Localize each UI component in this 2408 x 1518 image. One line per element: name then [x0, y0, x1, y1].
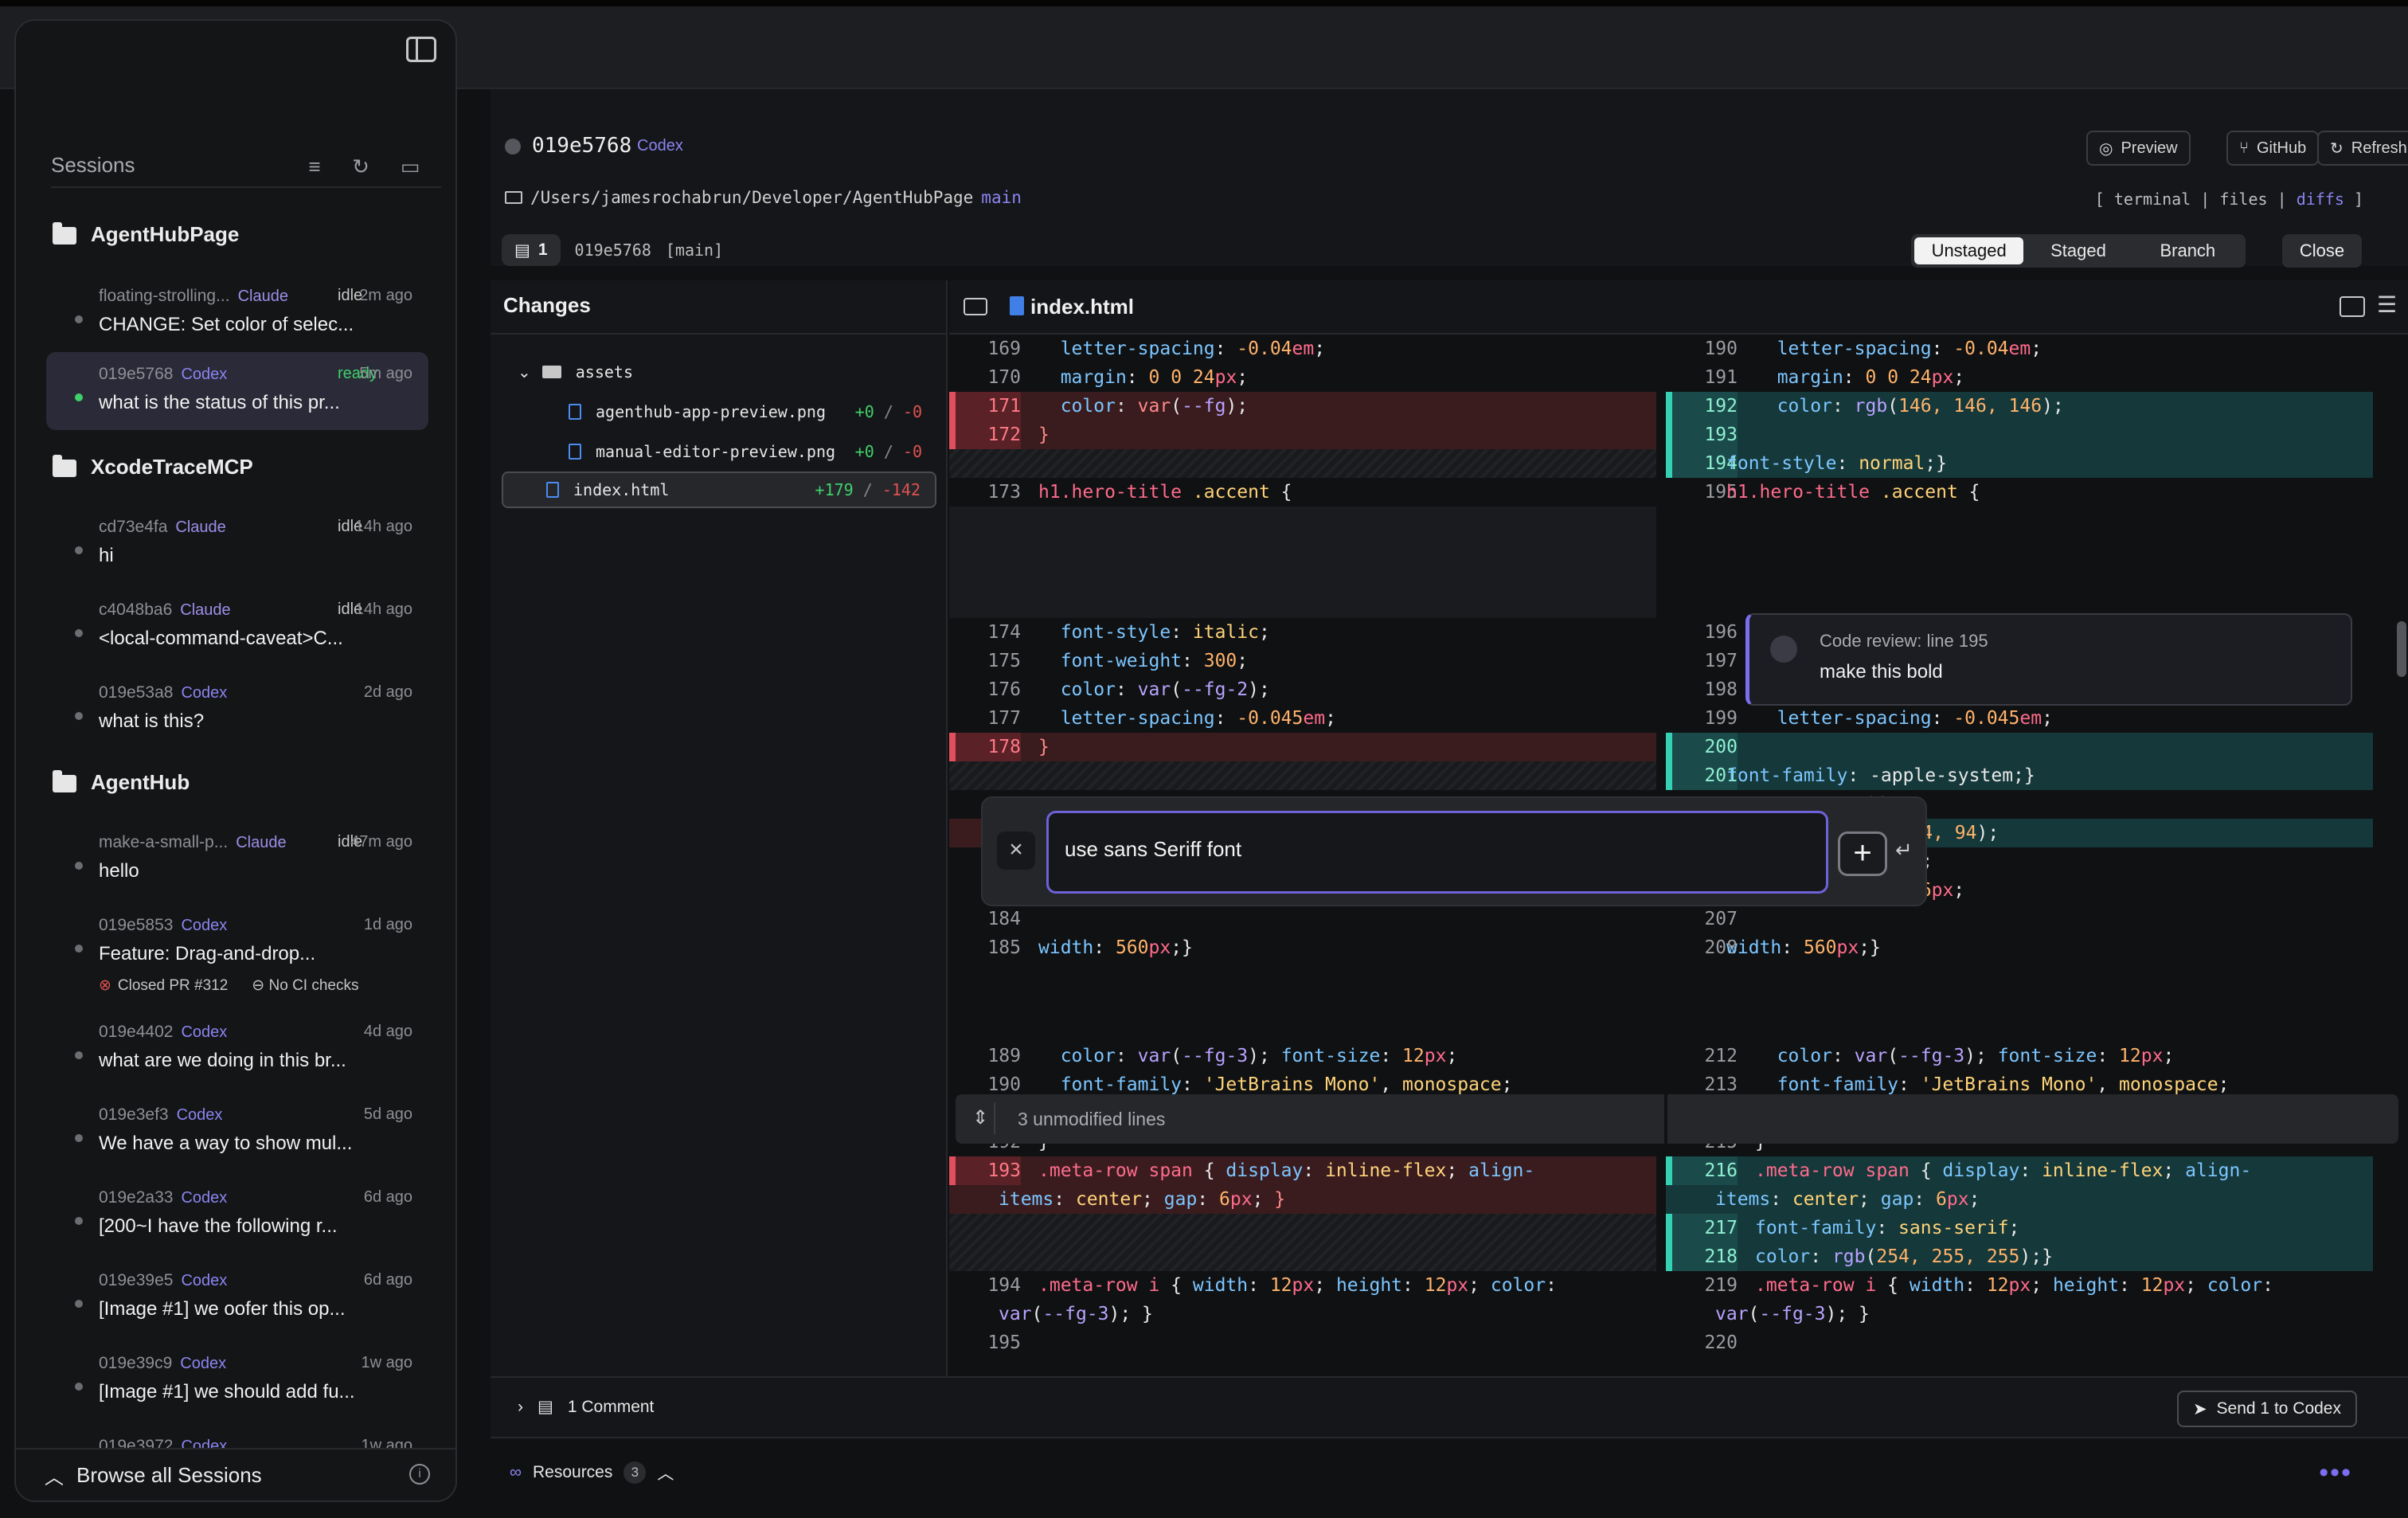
folder-icon [53, 770, 76, 792]
preview-button[interactable]: ◎ Preview [2086, 131, 2191, 166]
folder-assets[interactable]: ⌄ assets [502, 354, 936, 390]
inline-comment-editor: × use sans Seriff font + ↵ [981, 796, 1927, 906]
session-item[interactable]: 019e5853 Codex 1d ago Feature: Drag-and-dro… [46, 903, 428, 1007]
close-button[interactable]: Close [2282, 234, 2362, 268]
changes-panel: Changes ⌄ assets agenthub-app-preview.png… [491, 280, 948, 1376]
add-comment-button[interactable]: + [1838, 831, 1887, 876]
chevron-up-icon: ︿ [45, 1466, 64, 1489]
tab-branch[interactable]: Branch [2133, 237, 2242, 264]
file-icon [569, 404, 581, 420]
globe-icon: ◎ [2099, 139, 2113, 158]
session-item[interactable]: 019e39e5 Codex 6d ago [Image #1] we oofer t… [46, 1258, 428, 1336]
session-item[interactable]: 019e2a33 Codex 6d ago [200~I have the follo… [46, 1176, 428, 1254]
status-dot [75, 315, 83, 323]
file-item-selected[interactable]: index.html +179 / -142 [502, 471, 936, 508]
file-icon [1010, 296, 1024, 315]
new-folder-icon[interactable]: ▭ [400, 156, 420, 177]
session-id: 019e5768 [532, 134, 632, 158]
session-item[interactable]: 019e4402 Codex 4d ago what are we doing in … [46, 1010, 428, 1088]
sessions-title: Sessions [51, 153, 135, 177]
refresh-icon: ↻ [2330, 139, 2344, 158]
session-item[interactable]: 019e3ef3 Codex 5d ago We have a way to show… [46, 1093, 428, 1171]
session-item-selected[interactable]: 019e5768 Codex ready 5m ago what is the stat… [46, 352, 428, 430]
files-link[interactable]: files [2219, 190, 2267, 209]
file-icon [569, 444, 581, 460]
expand-icon: ⇕ [967, 1102, 995, 1134]
pr-status: ⊗ Closed PR #312 [99, 977, 229, 994]
diff-file-name: index.html [1030, 295, 1135, 319]
link-icon: ∞ [510, 1463, 522, 1481]
file-item[interactable]: agenthub-app-preview.png +0 / -0 [502, 393, 936, 430]
folder-icon [541, 366, 561, 378]
scrollbar-thumb[interactable] [2397, 621, 2406, 677]
group-xcodetracemcp[interactable]: XcodeTraceMCP [53, 451, 253, 483]
session-item[interactable]: c4048ba6 Claude idle 14h ago <local-command-… [46, 588, 428, 666]
code-review-comment[interactable]: Code review: line 195 make this bold [1745, 613, 2352, 706]
sessions-header: Sessions ≡ ↻ ▭ [51, 153, 441, 188]
diff-header: index.html ☰ [949, 280, 2408, 335]
group-agenthubpage[interactable]: AgentHubPage [53, 218, 239, 250]
status-dot [75, 393, 83, 401]
return-icon: ↵ [1895, 838, 1913, 862]
folder-icon [505, 191, 522, 204]
tab-unstaged[interactable]: Unstaged [1914, 237, 2024, 264]
comments-toggle[interactable]: › ▤ 1 Comment [518, 1397, 654, 1417]
chevron-down-icon: ⌄ [518, 363, 531, 381]
refresh-icon[interactable]: ↻ [350, 156, 371, 177]
repo-path: /Users/jamesrochabrun/Developer/AgentHub… [505, 188, 1022, 207]
changes-title: Changes [503, 293, 591, 317]
split-view-icon[interactable] [2340, 296, 2365, 317]
list-view-icon[interactable]: ☰ [2377, 291, 2397, 318]
comment-input[interactable]: use sans Seriff font [1046, 811, 1828, 894]
resources-bar: ∞ Resources 3 ︿ ••• [491, 1437, 2408, 1518]
toggle-panel-icon[interactable] [964, 298, 987, 315]
sessions-sidebar: Sessions ≡ ↻ ▭ AgentHubPage floating-str… [14, 19, 457, 1502]
folder-icon [53, 455, 76, 477]
session-item[interactable]: 019e39c9 Codex 1w ago [Image #1] we should … [46, 1341, 428, 1419]
send-to-codex-button[interactable]: ➤ Send 1 to Codex [2176, 1391, 2357, 1427]
comments-bar: › ▤ 1 Comment ➤ Send 1 to Codex [491, 1376, 2408, 1437]
group-agenthub[interactable]: AgentHub [53, 766, 190, 798]
github-button[interactable]: ⑂ GitHub [2226, 131, 2320, 166]
refresh-button[interactable]: ↻ Refresh [2317, 131, 2408, 166]
session-item[interactable]: 019e53a8 Codex 2d ago what is this? [46, 671, 428, 749]
expand-unmodified-lines[interactable]: ⇕ 3 unmodified lines [956, 1094, 2398, 1144]
cancel-comment-button[interactable]: × [997, 831, 1035, 870]
branch-icon: ⑂ [2239, 139, 2249, 157]
sidebar-toggle-icon[interactable] [406, 37, 436, 62]
comment-icon: ▤ [514, 241, 530, 260]
send-icon: ➤ [2192, 1399, 2207, 1418]
main-panel: 019e5768 Codex ◎ Preview ⑂ GitHub ↻ Refresh… [491, 89, 2408, 1518]
comment-icon: ▤ [538, 1398, 553, 1416]
browse-all-sessions-button[interactable]: ︿ Browse all Sessions i [16, 1448, 455, 1500]
terminal-link[interactable]: terminal [2114, 190, 2191, 209]
file-icon [546, 482, 559, 498]
filter-icon[interactable]: ≡ [304, 156, 325, 177]
status-dot [505, 139, 521, 155]
diff-mode-tabs: Unstaged Staged Branch [1911, 234, 2246, 268]
chevron-right-icon: › [518, 1397, 523, 1416]
session-header: 019e5768 Codex ◎ Preview ⑂ GitHub ↻ Refresh… [491, 89, 2408, 268]
tab-staged[interactable]: Staged [2023, 237, 2132, 264]
more-options-icon[interactable]: ••• [2319, 1457, 2352, 1489]
user-avatar-icon [1770, 636, 1797, 663]
info-icon[interactable]: i [409, 1464, 430, 1485]
commit-row: ▤ 1 019e5768 [main] [502, 234, 723, 266]
resources-toggle[interactable]: ∞ Resources 3 ︿ [510, 1461, 674, 1485]
chevron-up-icon: ︿ [657, 1465, 674, 1483]
diffs-link[interactable]: diffs [2297, 190, 2344, 209]
view-switcher: [ terminal | files | diffs ] [2094, 190, 2363, 209]
comment-count-badge[interactable]: ▤ 1 [502, 234, 561, 266]
session-item[interactable]: make-a-small-p... Claude idle 47m ago hello [46, 820, 428, 898]
file-item[interactable]: manual-editor-preview.png +0 / -0 [502, 433, 936, 470]
folder-icon [53, 222, 76, 245]
session-item[interactable]: cd73e4fa Claude idle 14h ago hi [46, 505, 428, 583]
session-agent: Codex [637, 137, 683, 155]
session-item[interactable]: floating-strolling... Claude idle 2m ago CHA… [46, 274, 428, 352]
ci-status: ⊖ No CI checks [252, 977, 359, 994]
